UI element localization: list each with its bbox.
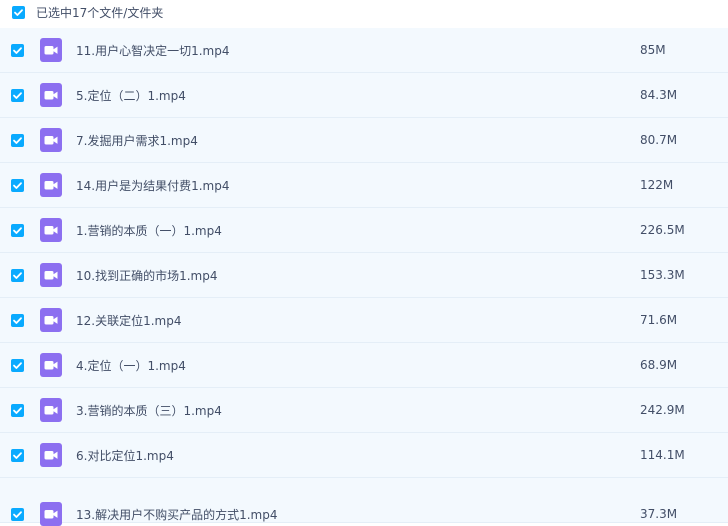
file-row[interactable]: 11.用户心智决定一切1.mp4 85M [0,28,728,73]
file-checkbox[interactable] [11,313,24,327]
file-name[interactable]: 3.营销的本质（三）1.mp4 [76,402,546,419]
video-file-icon [40,353,62,377]
checkmark-icon [13,361,22,369]
file-row[interactable]: 7.发掘用户需求1.mp4 80.7M [0,118,728,163]
video-file-icon [40,173,62,197]
file-checkbox[interactable] [11,178,24,192]
checkmark-icon [13,451,22,459]
file-size: 68.9M [640,358,678,372]
file-checkbox[interactable] [11,358,24,372]
file-size: 84.3M [640,88,678,102]
video-file-icon [40,308,62,332]
video-file-icon [40,443,62,467]
file-size: 242.9M [640,403,685,417]
file-name[interactable]: 5.定位（二）1.mp4 [76,87,546,104]
file-row[interactable]: 3.营销的本质（三）1.mp4 242.9M [0,388,728,433]
file-name[interactable]: 13.解决用户不购买产品的方式1.mp4 [76,506,546,523]
checkmark-icon [13,316,22,324]
video-file-icon [40,38,62,62]
file-row[interactable]: 10.找到正确的市场1.mp4 153.3M [0,253,728,298]
file-row[interactable]: 5.定位（二）1.mp4 84.3M [0,73,728,118]
video-file-icon [40,218,62,242]
file-row[interactable]: 4.定位（一）1.mp4 68.9M [0,343,728,388]
selection-count-label: 已选中17个文件/文件夹 [36,5,164,20]
file-row[interactable]: 14.用户是为结果付费1.mp4 122M [0,163,728,208]
file-row[interactable]: 1.营销的本质（一）1.mp4 226.5M [0,208,728,253]
file-checkbox[interactable] [11,88,24,102]
file-checkbox[interactable] [11,133,24,147]
video-file-icon [40,263,62,287]
selection-header: 已选中17个文件/文件夹 [0,0,728,24]
file-size: 71.6M [640,313,678,327]
file-checkbox[interactable] [11,43,24,57]
file-name[interactable]: 7.发掘用户需求1.mp4 [76,132,546,149]
file-name[interactable]: 10.找到正确的市场1.mp4 [76,267,546,284]
video-file-icon [40,502,62,526]
file-size: 122M [640,178,674,192]
file-row[interactable]: 13.解决用户不购买产品的方式1.mp4 37.3M [0,478,728,526]
file-name[interactable]: 6.对比定位1.mp4 [76,447,546,464]
file-name[interactable]: 1.营销的本质（一）1.mp4 [76,222,546,239]
checkmark-icon [13,406,22,414]
file-size: 37.3M [640,507,678,521]
file-size: 226.5M [640,223,685,237]
checkmark-icon [13,91,22,99]
file-checkbox[interactable] [11,223,24,237]
checkmark-icon [13,46,22,54]
file-size: 80.7M [640,133,678,147]
file-row[interactable]: 12.关联定位1.mp4 71.6M [0,298,728,343]
file-list: 11.用户心智决定一切1.mp4 85M 5.定位（二）1.mp4 84.3M 7.发掘… [0,28,728,526]
file-checkbox[interactable] [11,268,24,282]
select-all-checkbox[interactable] [12,5,25,19]
checkmark-icon [14,8,23,16]
checkmark-icon [13,181,22,189]
video-file-icon [40,128,62,152]
file-name[interactable]: 11.用户心智决定一切1.mp4 [76,42,546,59]
file-name[interactable]: 14.用户是为结果付费1.mp4 [76,177,546,194]
file-row[interactable]: 6.对比定位1.mp4 114.1M [0,433,728,478]
checkmark-icon [13,271,22,279]
file-checkbox[interactable] [11,448,24,462]
video-file-icon [40,83,62,107]
checkmark-icon [13,136,22,144]
file-checkbox[interactable] [11,507,24,521]
file-name[interactable]: 4.定位（一）1.mp4 [76,357,546,374]
video-file-icon [40,398,62,422]
checkmark-icon [13,226,22,234]
file-size: 85M [640,43,666,57]
file-size: 114.1M [640,448,685,462]
checkmark-icon [13,510,22,518]
file-size: 153.3M [640,268,685,282]
file-name[interactable]: 12.关联定位1.mp4 [76,312,546,329]
file-checkbox[interactable] [11,403,24,417]
